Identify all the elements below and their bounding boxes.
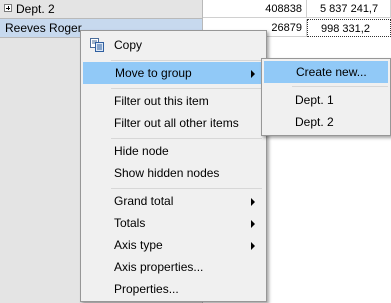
menu-item-filter-out-all-other-items[interactable]: Filter out all other items xyxy=(83,112,264,134)
row-header-label: Reeves Roger xyxy=(5,21,82,35)
menu-item-move-to-group[interactable]: Move to group xyxy=(83,62,264,84)
menu-item-label: Show hidden nodes xyxy=(114,166,220,180)
expand-plus-icon[interactable] xyxy=(4,4,12,12)
menu-item-properties[interactable]: Properties... xyxy=(83,278,264,300)
menu-item-copy[interactable]: Copy xyxy=(83,34,264,56)
menu-item-axis-properties[interactable]: Axis properties... xyxy=(83,256,264,278)
menu-separator xyxy=(111,60,262,61)
menu-separator xyxy=(111,188,262,189)
submenu-arrow-icon xyxy=(251,70,255,78)
data-cell[interactable]: 408838 xyxy=(203,0,307,18)
menu-separator xyxy=(292,86,388,87)
menu-item-dept-2[interactable]: Dept. 2 xyxy=(264,111,388,133)
menu-item-label: Axis type xyxy=(114,238,163,252)
context-menu: Copy Move to group Filter out this item … xyxy=(80,30,267,302)
menu-item-label: Create new... xyxy=(296,65,367,79)
submenu-arrow-icon xyxy=(251,198,255,206)
menu-item-label: Grand total xyxy=(114,194,174,208)
menu-item-label: Copy xyxy=(114,38,143,52)
menu-item-hide-node[interactable]: Hide node xyxy=(83,140,264,162)
copy-icon xyxy=(90,38,104,52)
submenu-arrow-icon xyxy=(251,242,255,250)
menu-item-totals[interactable]: Totals xyxy=(83,212,264,234)
row-header-label: Dept. 2 xyxy=(16,2,55,16)
menu-item-label: Filter out all other items xyxy=(114,116,239,130)
menu-separator xyxy=(111,138,262,139)
menu-item-label: Filter out this item xyxy=(114,94,209,108)
menu-item-create-new[interactable]: Create new... xyxy=(264,61,388,83)
menu-item-label: Dept. 2 xyxy=(295,115,334,129)
menu-separator xyxy=(111,88,262,89)
submenu-arrow-icon xyxy=(251,220,255,228)
menu-item-filter-out-this-item[interactable]: Filter out this item xyxy=(83,90,264,112)
menu-item-grand-total[interactable]: Grand total xyxy=(83,190,264,212)
menu-item-label: Totals xyxy=(114,216,146,230)
table-row: Dept. 2 408838 5 837 241,7 xyxy=(0,0,391,19)
data-cell[interactable]: 5 837 241,7 xyxy=(307,0,391,18)
menu-item-show-hidden-nodes[interactable]: Show hidden nodes xyxy=(83,162,264,184)
move-to-group-submenu: Create new... Dept. 1 Dept. 2 xyxy=(261,58,391,136)
menu-item-label: Axis properties... xyxy=(114,260,204,274)
menu-item-label: Move to group xyxy=(115,66,192,80)
menu-item-axis-type[interactable]: Axis type xyxy=(83,234,264,256)
data-cell-focused[interactable]: 998 331,2 xyxy=(307,19,391,37)
row-header-dept-2[interactable]: Dept. 2 xyxy=(0,0,202,19)
menu-item-label: Dept. 1 xyxy=(295,93,334,107)
menu-item-label: Hide node xyxy=(114,144,169,158)
menu-item-dept-1[interactable]: Dept. 1 xyxy=(264,89,388,111)
menu-item-label: Properties... xyxy=(114,282,179,296)
